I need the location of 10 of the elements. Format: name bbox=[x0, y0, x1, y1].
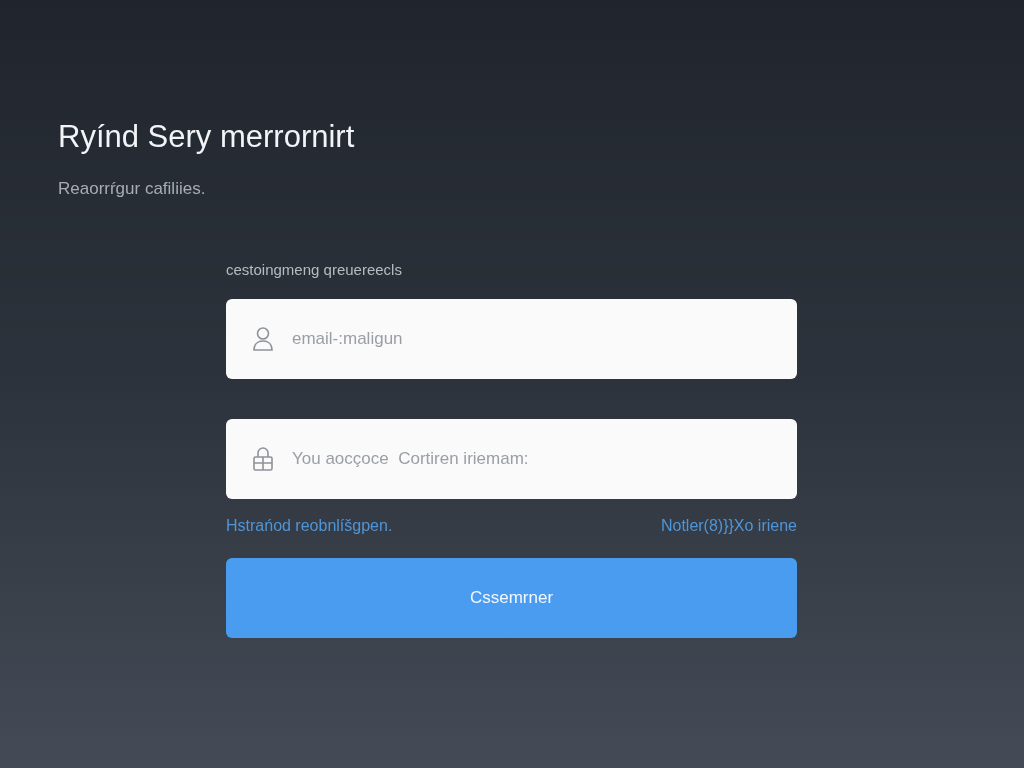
submit-button[interactable]: Cssemrner bbox=[226, 558, 797, 638]
input-field[interactable]: email-:maligun bbox=[226, 299, 797, 379]
text-link[interactable]: Hstrańod reobnlíšgpen. bbox=[226, 516, 393, 536]
page-title: Ryínd Sery merrornirt bbox=[58, 118, 355, 156]
lock-icon bbox=[252, 446, 274, 472]
page-subtitle: Reaorrŕgur cafiliies. bbox=[58, 178, 206, 200]
user-icon bbox=[252, 326, 274, 352]
input-field[interactable]: You aocçoce Cortiren iriemam: bbox=[226, 419, 797, 499]
form-label: cestoingmeng qreuereecls bbox=[226, 260, 402, 280]
text-link[interactable]: Notler(8)}}Xo iriene bbox=[660, 516, 797, 536]
